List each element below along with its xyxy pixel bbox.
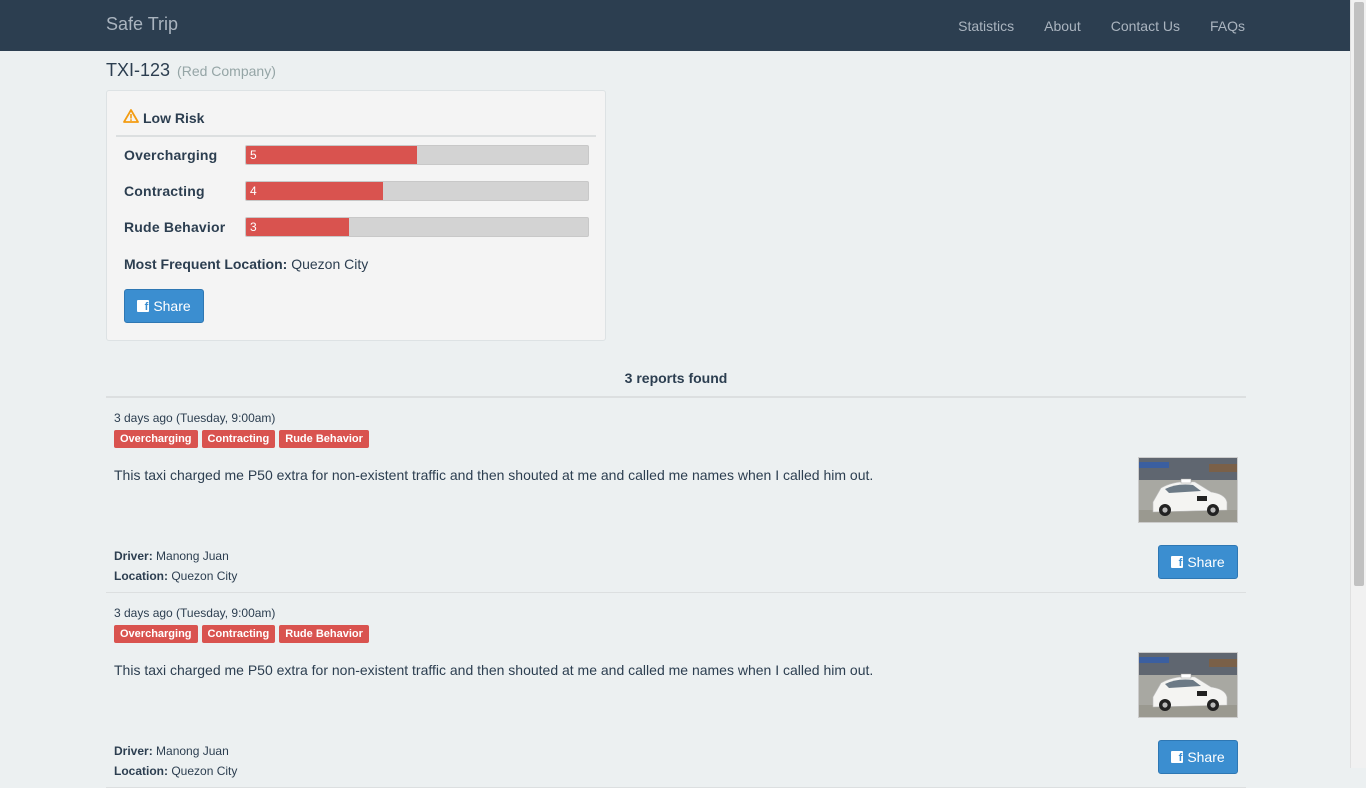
reports-count: 3 reports found — [624, 370, 728, 386]
tag-badge: Rude Behavior — [279, 625, 369, 643]
risk-header: Low Risk — [116, 107, 596, 137]
location-value: Quezon City — [291, 256, 369, 272]
driver-name: Manong Juan — [156, 744, 229, 758]
progress-fill: 4 — [246, 182, 383, 200]
page-scrollbar[interactable] — [1350, 0, 1366, 768]
tag-badge: Overcharging — [114, 625, 198, 643]
location-label: Location: — [114, 569, 168, 583]
location-label: Most Frequent Location: — [124, 256, 288, 272]
warning-icon — [123, 109, 139, 123]
report-time: 3 days ago (Tuesday, 9:00am) — [114, 606, 276, 620]
stat-row-contracting: Contracting 4 — [124, 181, 589, 201]
report-item: 3 days ago (Tuesday, 9:00am) Overchargin… — [106, 593, 1246, 788]
tag-badge: Contracting — [201, 430, 276, 448]
nav-statistics[interactable]: Statistics — [958, 18, 1014, 34]
facebook-icon: f — [1171, 751, 1184, 764]
driver-name: Manong Juan — [156, 549, 229, 563]
nav-contact-us[interactable]: Contact Us — [1111, 18, 1180, 34]
tag-badge: Overcharging — [114, 430, 198, 448]
report-text: This taxi charged me P50 extra for non-e… — [114, 467, 874, 483]
share-label: Share — [1187, 749, 1225, 765]
company-name: (Red Company) — [177, 63, 276, 79]
tag-badge: Contracting — [201, 625, 276, 643]
report-time: 3 days ago (Tuesday, 9:00am) — [114, 411, 276, 425]
stat-label: Contracting — [124, 183, 205, 199]
location-value: Quezon City — [171, 569, 238, 583]
report-text: This taxi charged me P50 extra for non-e… — [114, 662, 874, 678]
share-button[interactable]: f Share — [1158, 545, 1238, 579]
brand-link[interactable]: Safe Trip — [106, 14, 178, 35]
risk-summary-card: Low Risk Overcharging 5 Contracting 4 Ru… — [106, 90, 606, 341]
report-item: 3 days ago (Tuesday, 9:00am) Overchargin… — [106, 398, 1246, 593]
share-label: Share — [153, 298, 191, 314]
progress-fill: 5 — [246, 146, 417, 164]
report-driver: Driver: Manong Juan — [114, 744, 229, 758]
scrollbar-thumb[interactable] — [1354, 2, 1364, 586]
stat-row-rude-behavior: Rude Behavior 3 — [124, 217, 589, 237]
location-value: Quezon City — [171, 764, 238, 778]
report-driver: Driver: Manong Juan — [114, 549, 229, 563]
stat-label: Rude Behavior — [124, 219, 226, 235]
facebook-icon: f — [1171, 556, 1184, 569]
driver-label: Driver: — [114, 744, 153, 758]
taxi-photo[interactable] — [1138, 457, 1238, 523]
share-button[interactable]: f Share — [1158, 740, 1238, 774]
nav-about[interactable]: About — [1044, 18, 1081, 34]
taxi-photo[interactable] — [1138, 652, 1238, 718]
report-tags: Overcharging Contracting Rude Behavior — [114, 430, 373, 448]
page-title: TXI-123 (Red Company) — [106, 60, 276, 81]
stat-row-overcharging: Overcharging 5 — [124, 145, 589, 165]
risk-level-label: Low Risk — [143, 110, 205, 126]
progress-bar: 4 — [245, 181, 589, 201]
report-location: Location: Quezon City — [114, 569, 237, 583]
report-tags: Overcharging Contracting Rude Behavior — [114, 625, 373, 643]
tag-badge: Rude Behavior — [279, 430, 369, 448]
share-button[interactable]: f Share — [124, 289, 204, 323]
facebook-icon: f — [137, 300, 150, 313]
progress-bar: 5 — [245, 145, 589, 165]
driver-label: Driver: — [114, 549, 153, 563]
progress-bar: 3 — [245, 217, 589, 237]
navbar: Safe Trip Statistics About Contact Us FA… — [0, 0, 1350, 51]
most-frequent-location: Most Frequent Location: Quezon City — [124, 256, 368, 272]
nav-links: Statistics About Contact Us FAQs — [928, 0, 1245, 51]
location-label: Location: — [114, 764, 168, 778]
plate-number: TXI-123 — [106, 60, 171, 80]
stat-label: Overcharging — [124, 147, 218, 163]
nav-faqs[interactable]: FAQs — [1210, 18, 1245, 34]
report-location: Location: Quezon City — [114, 764, 237, 778]
progress-fill: 3 — [246, 218, 349, 236]
share-label: Share — [1187, 554, 1225, 570]
